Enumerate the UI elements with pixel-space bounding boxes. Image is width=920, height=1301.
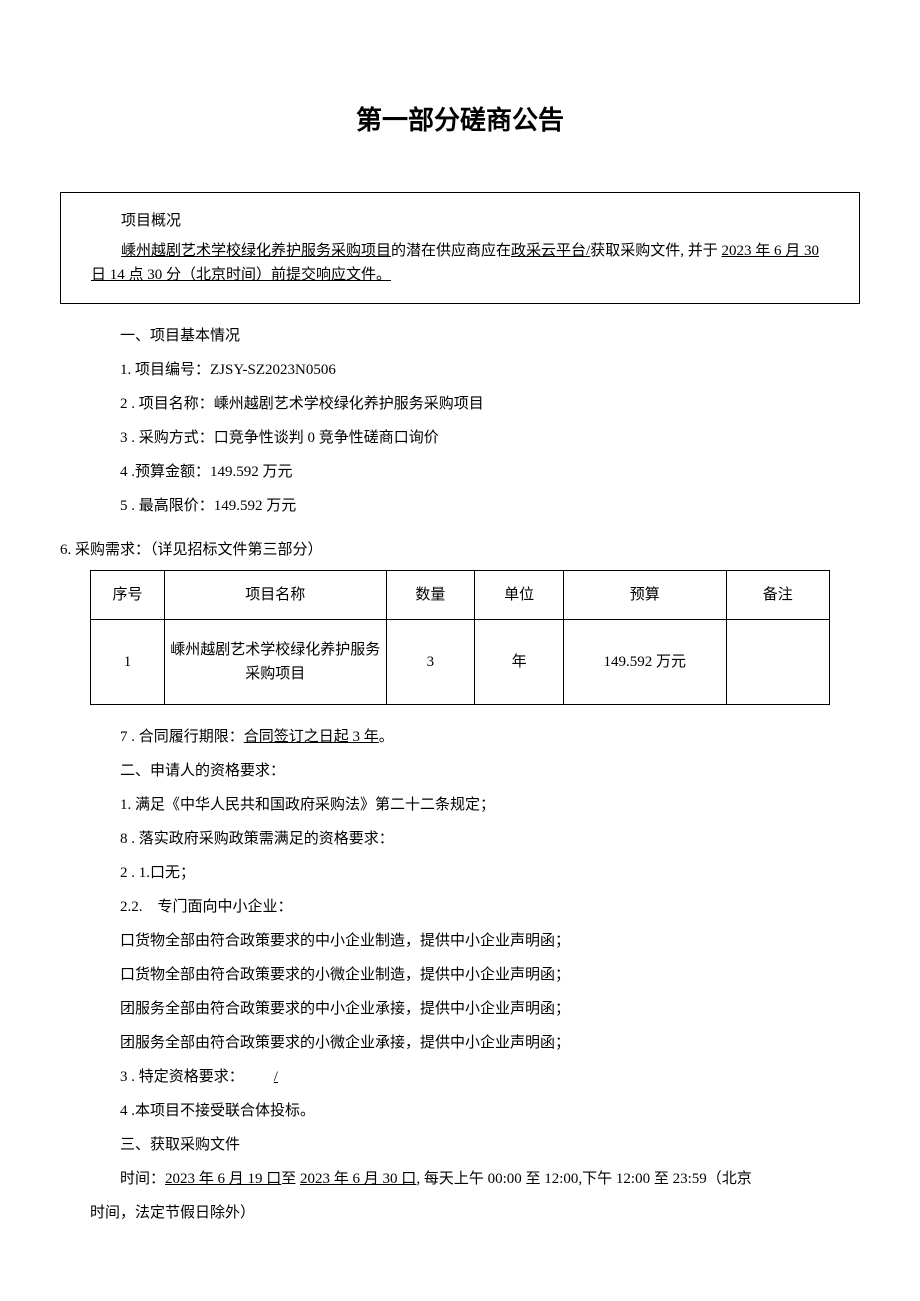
- section-2-heading: 二、申请人的资格要求：: [90, 759, 830, 783]
- sme-line-b: 口货物全部由符合政策要求的小微企业制造，提供中小企业声明函；: [90, 963, 830, 987]
- item-qual-2-2: 2.2. 专门面向中小企业：: [90, 895, 830, 919]
- obtain-time-pre: 时间：: [120, 1171, 165, 1187]
- obtain-mid: 至: [281, 1171, 300, 1187]
- table-header-row: 序号 项目名称 数量 单位 预算 备注: [91, 570, 830, 619]
- overview-platform: 政采云平台/: [511, 243, 590, 259]
- th-unit: 单位: [475, 570, 564, 619]
- page-title: 第一部分磋商公告: [60, 100, 860, 142]
- contract-term-pre: 7 . 合同履行期限：: [120, 729, 244, 745]
- item-max-price: 5 . 最高限价：149.592 万元: [90, 494, 830, 518]
- item-contract-term: 7 . 合同履行期限：合同签订之日起 3 年。: [90, 725, 830, 749]
- sme-line-d: 团服务全部由符合政策要求的小微企业承接，提供中小企业声明函；: [90, 1031, 830, 1055]
- item-qual-2-1: 2 . 1.口无；: [90, 861, 830, 885]
- td-name: 嵊州越剧艺术学校绿化养护服务采购项目: [164, 619, 386, 704]
- contract-term-post: 。: [379, 729, 394, 745]
- sme-line-a: 口货物全部由符合政策要求的中小企业制造，提供中小企业声明函；: [90, 929, 830, 953]
- item-project-name: 2 . 项目名称：嵊州越剧艺术学校绿化养护服务采购项目: [90, 392, 830, 416]
- qual-3-pre: 3 . 特定资格要求：: [120, 1069, 274, 1085]
- qual-3-value: /: [274, 1069, 278, 1085]
- overview-heading: 项目概况: [91, 209, 829, 233]
- obtain-time-cont: 时间，法定节假日除外）: [90, 1201, 830, 1225]
- item-procurement-method: 3 . 采购方式：口竞争性谈判 0 竞争性磋商口询价: [90, 426, 830, 450]
- th-seq: 序号: [91, 570, 165, 619]
- requirements-table: 序号 项目名称 数量 单位 预算 备注 1 嵊州越剧艺术学校绿化养护服务采购项目…: [90, 570, 830, 705]
- overview-mid2: 获取采购文件, 并于: [590, 243, 721, 259]
- overview-box: 项目概况 嵊州越剧艺术学校绿化养护服务采购项目的潜在供应商应在政采云平台/获取采…: [60, 192, 860, 304]
- item-project-number: 1. 项目编号：ZJSY-SZ2023N0506: [90, 358, 830, 382]
- th-budget: 预算: [563, 570, 726, 619]
- item-qual-4: 4 .本项目不接受联合体投标。: [90, 1099, 830, 1123]
- overview-project-name: 嵊州越剧艺术学校绿化养护服务采购项目: [121, 243, 391, 259]
- sme-line-c: 团服务全部由符合政策要求的中小企业承接，提供中小企业声明函；: [90, 997, 830, 1021]
- item-qual-8: 8 . 落实政府采购政策需满足的资格要求：: [90, 827, 830, 851]
- obtain-time: 时间：2023 年 6 月 19 口至 2023 年 6 月 30 口, 每天上…: [90, 1167, 830, 1191]
- th-remark: 备注: [726, 570, 830, 619]
- td-unit: 年: [475, 619, 564, 704]
- item-budget: 4 .预算金额：149.592 万元: [90, 460, 830, 484]
- obtain-date-2: 2023 年 6 月 30 口: [300, 1171, 416, 1187]
- item-qual-1: 1. 满足《中华人民共和国政府采购法》第二十二条规定；: [90, 793, 830, 817]
- contract-term-value: 合同签订之日起 3 年: [244, 729, 379, 745]
- td-budget: 149.592 万元: [563, 619, 726, 704]
- td-qty: 3: [386, 619, 475, 704]
- section-3-heading: 三、获取采购文件: [90, 1133, 830, 1157]
- item-req-caption: 6. 采购需求：（详见招标文件第三部分）: [60, 538, 860, 562]
- table-row: 1 嵊州越剧艺术学校绿化养护服务采购项目 3 年 149.592 万元: [91, 619, 830, 704]
- th-name: 项目名称: [164, 570, 386, 619]
- obtain-time-post: , 每天上午 00:00 至 12:00,下午 12:00 至 23:59（北京: [416, 1171, 751, 1187]
- td-seq: 1: [91, 619, 165, 704]
- obtain-date-1: 2023 年 6 月 19 口: [165, 1171, 281, 1187]
- th-qty: 数量: [386, 570, 475, 619]
- section-1-heading: 一、项目基本情况: [90, 324, 830, 348]
- overview-mid1: 的潜在供应商应在: [391, 243, 511, 259]
- overview-sentence: 嵊州越剧艺术学校绿化养护服务采购项目的潜在供应商应在政采云平台/获取采购文件, …: [91, 239, 829, 287]
- item-qual-3: 3 . 特定资格要求： /: [90, 1065, 830, 1089]
- td-remark: [726, 619, 830, 704]
